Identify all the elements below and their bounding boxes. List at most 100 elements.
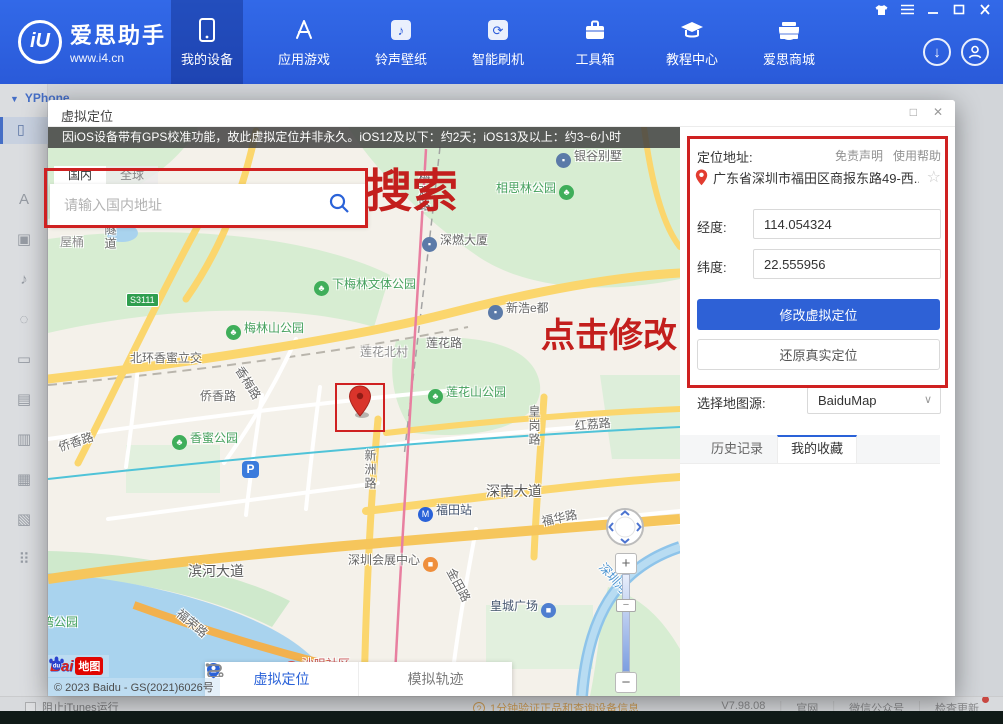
search-button[interactable] — [328, 192, 358, 218]
logo-badge-icon: iU — [18, 20, 62, 64]
map-label: 皇岗路 — [526, 405, 543, 447]
svg-text:♪: ♪ — [398, 23, 405, 38]
zoom-slider[interactable]: − — [622, 574, 630, 672]
app-logo: iU 爱思助手 www.i4.cn — [18, 18, 166, 65]
map-label: 湾公园 — [48, 613, 78, 630]
window-controls — [873, 4, 993, 18]
map-label: 新洲路 — [362, 449, 379, 491]
gps-notice-bar: 因iOS设备带有GPS校准功能，故此虚拟定位并非永久。iOS12及以下：约2天；… — [48, 127, 680, 148]
map-label: ♣下梅林文体公园 — [314, 275, 416, 296]
baidu-paw-icon: du — [48, 655, 65, 671]
app-window: iU 爱思助手 www.i4.cn 我的设备 应用游戏 — [0, 0, 1003, 711]
dialog-titlebar[interactable]: 虚拟定位 □ ✕ — [48, 100, 955, 127]
close-icon[interactable] — [977, 4, 993, 18]
storefront-icon — [776, 17, 802, 43]
map-pan-control[interactable] — [605, 507, 645, 547]
park-poi-icon: ♣ — [428, 389, 443, 404]
longitude-label: 经度: — [697, 217, 727, 236]
nav-toolbox[interactable]: 工具箱 — [559, 0, 631, 84]
zoom-slider-handle[interactable]: − — [616, 599, 636, 612]
longitude-input[interactable] — [753, 209, 941, 239]
dialog-close-icon[interactable]: ✕ — [933, 105, 943, 119]
map-zoom-control: + − − — [615, 553, 637, 693]
refresh-icon: ⟳ — [485, 17, 511, 43]
park-poi-icon: ♣ — [226, 325, 241, 340]
map-label: 皇城广场■ — [490, 597, 556, 618]
desktop: iU 爱思助手 www.i4.cn 我的设备 应用游戏 — [0, 0, 1003, 724]
map-label: 莲花路 — [426, 334, 462, 351]
zoom-out-button[interactable]: − — [615, 672, 637, 693]
map-label: ♣莲花山公园 — [428, 383, 506, 404]
disclaimer-link[interactable]: 免责声明 — [835, 147, 883, 164]
favorite-star-icon[interactable]: ☆ — [927, 167, 941, 187]
pin-icon — [695, 169, 708, 186]
nav-my-device[interactable]: 我的设备 — [171, 0, 243, 84]
appstore-icon — [291, 17, 317, 43]
dialog-maximize-icon[interactable]: □ — [910, 105, 917, 119]
map-label: ♣香蜜公园 — [172, 429, 238, 450]
list-icon[interactable] — [899, 4, 915, 18]
map-label: 滨河大道 — [188, 561, 244, 581]
building-poi-icon: ▪ — [488, 305, 503, 320]
modify-location-button[interactable]: 修改虚拟定位 — [697, 299, 940, 330]
maximize-icon[interactable] — [951, 4, 967, 18]
svg-text:du: du — [53, 664, 61, 670]
address-label: 定位地址: — [697, 147, 753, 166]
nav-tutorials[interactable]: 教程中心 — [656, 0, 728, 84]
location-panel: 定位地址: 免责声明 使用帮助 广东省深圳市福田区商报东路49-西... ☆ 经… — [680, 127, 955, 696]
map-label: ▪新浩e都 — [488, 299, 549, 320]
building-poi-icon: ▪ — [422, 237, 437, 252]
records-tabs: 历史记录 我的收藏 — [680, 435, 940, 464]
map-search-card: 国内 全球 — [50, 166, 368, 227]
map-canvas[interactable]: ▪银谷别墅相思林公园♣梅观路▪深燃大厦♣下梅林文体公园▪新浩e都S3111♣梅林… — [48, 127, 680, 696]
map-label: 北环香蜜立交 — [130, 349, 202, 366]
route-icon — [205, 662, 224, 677]
phone-icon — [194, 17, 220, 43]
map-label: 屋桶 — [60, 233, 84, 250]
svg-text:⟳: ⟳ — [493, 23, 504, 38]
current-address: 广东省深圳市福田区商报东路49-西... — [713, 168, 919, 187]
latitude-label: 纬度: — [697, 257, 727, 276]
park-poi-icon: ♣ — [172, 435, 187, 450]
map-label: 深南大道 — [486, 481, 542, 501]
tab-favorites[interactable]: 我的收藏 — [777, 435, 857, 463]
nav-store[interactable]: 爱思商城 — [753, 0, 825, 84]
address-search-input[interactable] — [64, 192, 304, 218]
chevron-down-icon: ∨ — [924, 388, 932, 413]
nav-flash[interactable]: ⟳ 智能刷机 — [462, 0, 534, 84]
help-link[interactable]: 使用帮助 — [893, 147, 941, 164]
dialog-title: 虚拟定位 — [61, 106, 113, 125]
metro-poi-icon: M — [418, 507, 433, 522]
map-label: S3111 — [126, 293, 159, 307]
skin-icon[interactable] — [873, 4, 889, 18]
zoom-in-button[interactable]: + — [615, 553, 637, 574]
mall-poi-icon: ■ — [541, 603, 556, 618]
search-icon — [328, 192, 350, 214]
tab-virtual-location[interactable]: 虚拟定位 — [205, 662, 358, 696]
restore-location-button[interactable]: 还原真实定位 — [697, 339, 940, 370]
building-poi-icon: ▪ — [556, 153, 571, 168]
app-title: 爱思助手 — [70, 18, 166, 50]
briefcase-icon — [582, 17, 608, 43]
mode-tabs: 虚拟定位 模拟轨迹 — [205, 662, 512, 696]
map-label: P — [242, 461, 259, 478]
nav-ringtones[interactable]: ♪ 铃声壁纸 — [365, 0, 437, 84]
park-after-poi-icon: ♣ — [559, 185, 574, 200]
tab-history[interactable]: 历史记录 — [697, 435, 777, 463]
map-label: ▪银谷别墅 — [556, 147, 622, 168]
latitude-input[interactable] — [753, 249, 941, 279]
app-header: iU 爱思助手 www.i4.cn 我的设备 应用游戏 — [0, 0, 1003, 84]
tab-simulate-track[interactable]: 模拟轨迹 — [358, 662, 512, 696]
tab-domestic[interactable]: 国内 — [54, 166, 106, 184]
app-subtitle: www.i4.cn — [70, 51, 166, 65]
download-manager-icon[interactable]: ↓ — [923, 38, 951, 66]
main-nav: 我的设备 应用游戏 ♪ 铃声壁纸 ⟳ — [171, 0, 850, 84]
map-label: 隧道 — [102, 223, 119, 251]
graduation-cap-icon — [679, 17, 705, 43]
tab-global[interactable]: 全球 — [106, 166, 158, 184]
map-label: ▪深燃大厦 — [422, 231, 488, 252]
user-account-icon[interactable] — [961, 38, 989, 66]
map-source-select[interactable]: BaiduMap ∨ — [807, 387, 941, 414]
nav-apps-games[interactable]: 应用游戏 — [268, 0, 340, 84]
minimize-icon[interactable] — [925, 4, 941, 18]
